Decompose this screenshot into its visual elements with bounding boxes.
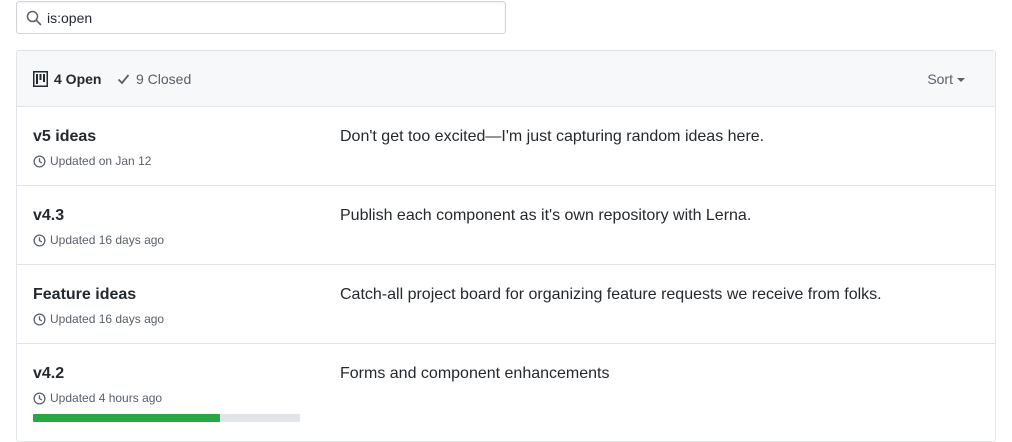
open-projects-tab[interactable]: 4 Open (33, 71, 101, 87)
open-count-label: 4 Open (54, 71, 102, 87)
project-updated-text: Updated 16 days ago (50, 233, 165, 247)
project-description: Don't get too excited—I'm just capturing… (340, 128, 765, 145)
sort-dropdown[interactable]: Sort (927, 71, 965, 87)
project-description: Forms and component enhancements (340, 365, 610, 382)
project-row: v4.3 Updated 16 days ago Publish each co… (17, 186, 995, 265)
project-row: v5 ideas Updated on Jan 12 Don't get too… (17, 107, 995, 186)
check-icon (117, 74, 130, 85)
project-updated-text: Updated on Jan 12 (50, 154, 152, 168)
project-progress-fill (33, 414, 220, 422)
search-box[interactable] (16, 1, 506, 34)
project-description: Publish each component as it's own repos… (340, 207, 752, 224)
project-updated-text: Updated 4 hours ago (50, 391, 163, 405)
clock-icon (33, 312, 46, 326)
closed-projects-tab[interactable]: 9 Closed (117, 71, 191, 87)
project-name-link[interactable]: v4.2 (33, 365, 64, 383)
project-description: Catch-all project board for organizing f… (340, 286, 882, 303)
project-updated: Updated 4 hours ago (33, 391, 162, 405)
project-row: Feature ideas Updated 16 days ago Catch-… (17, 265, 995, 344)
board-header: 4 Open 9 Closed Sort (17, 51, 995, 107)
project-icon (33, 71, 48, 87)
clock-icon (33, 154, 46, 168)
projects-board: 4 Open 9 Closed Sort v5 ideas Updated on… (16, 50, 996, 442)
project-updated: Updated 16 days ago (33, 233, 164, 247)
clock-icon (33, 391, 46, 405)
project-name-link[interactable]: v5 ideas (33, 128, 96, 146)
project-name-link[interactable]: Feature ideas (33, 286, 136, 304)
project-updated-text: Updated 16 days ago (50, 312, 165, 326)
sort-label: Sort (927, 71, 953, 87)
closed-count-label: 9 Closed (136, 71, 192, 87)
project-updated: Updated 16 days ago (33, 312, 164, 326)
chevron-down-icon (957, 78, 965, 82)
search-icon (26, 10, 42, 26)
project-name-link[interactable]: v4.3 (33, 207, 64, 225)
project-updated: Updated on Jan 12 (33, 154, 151, 168)
search-input[interactable] (47, 2, 487, 33)
project-row: v4.2 Updated 4 hours ago Forms and compo… (17, 344, 995, 422)
project-progress-bar (33, 414, 300, 422)
clock-icon (33, 233, 46, 247)
